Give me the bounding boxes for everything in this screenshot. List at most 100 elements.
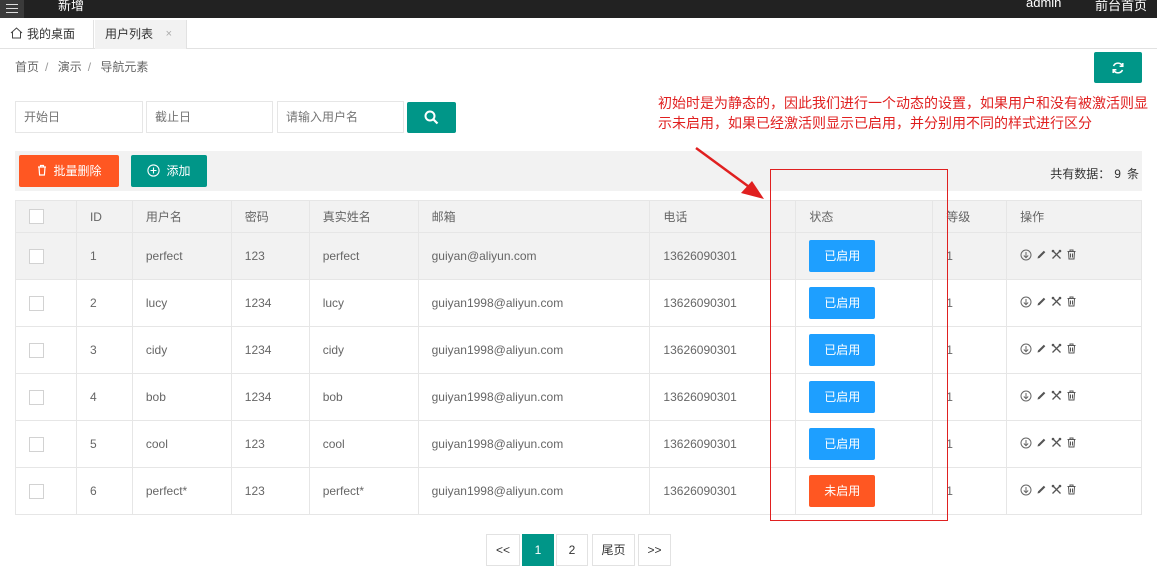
pagination-page-1[interactable]: 1 xyxy=(522,534,554,566)
actions-cell xyxy=(1006,373,1142,421)
id-cell: 4 xyxy=(75,373,133,421)
download-icon[interactable] xyxy=(1020,343,1032,358)
search-button[interactable] xyxy=(407,102,456,133)
batch-delete-button[interactable]: 批量删除 xyxy=(19,155,119,187)
breadcrumb-current: 导航元素 xyxy=(100,60,149,74)
annotation-text: 初始时是为静态的，因此我们进行一个动态的设置，如果用户和没有被激活则显示未启用，… xyxy=(658,95,1148,131)
actions-cell xyxy=(1006,420,1142,468)
password-cell: 1234 xyxy=(230,373,310,421)
refresh-button[interactable] xyxy=(1094,52,1142,83)
password-cell: 123 xyxy=(230,467,310,515)
pagination-last[interactable]: 尾页 xyxy=(592,534,635,566)
table-row: 1 perfect 123 perfect guiyan@aliyun.com 13626… xyxy=(15,232,1142,280)
realname-cell: cidy xyxy=(308,326,419,374)
email-cell: guiyan@aliyun.com xyxy=(417,232,651,280)
download-icon[interactable] xyxy=(1020,249,1032,264)
pagination-prev[interactable]: << xyxy=(486,534,520,566)
add-button[interactable]: 添加 xyxy=(131,155,207,187)
status-highlight-box xyxy=(770,169,948,521)
tab-my-desktop[interactable]: 我的桌面 xyxy=(0,20,94,49)
id-cell: 3 xyxy=(75,326,133,374)
edit-icon[interactable] xyxy=(1036,390,1047,404)
total-count: 共有数据： 9 条 xyxy=(1050,165,1139,182)
tools-icon[interactable] xyxy=(1051,343,1062,357)
edit-icon[interactable] xyxy=(1036,296,1047,310)
username-cell: lucy xyxy=(131,279,232,327)
batch-delete-label: 批量删除 xyxy=(53,164,102,178)
end-date-input[interactable] xyxy=(146,101,273,133)
row-checkbox[interactable] xyxy=(29,248,44,264)
realname-cell: cool xyxy=(308,420,419,468)
realname-cell: perfect* xyxy=(308,467,419,515)
username-cell: perfect xyxy=(131,232,232,280)
top-bar: 新增 admin 前台首页 xyxy=(0,0,1157,18)
row-checkbox[interactable] xyxy=(29,436,44,452)
edit-icon[interactable] xyxy=(1036,437,1047,451)
row-select-cell xyxy=(15,467,77,515)
download-icon[interactable] xyxy=(1020,484,1032,499)
id-cell: 2 xyxy=(75,279,133,327)
delete-icon[interactable] xyxy=(1066,390,1077,404)
menu-icon[interactable] xyxy=(0,0,24,18)
email-cell: guiyan1998@aliyun.com xyxy=(417,420,651,468)
download-icon[interactable] xyxy=(1020,390,1032,405)
edit-icon[interactable] xyxy=(1036,484,1047,498)
breadcrumb-demo[interactable]: 演示 xyxy=(58,60,82,74)
front-page-link[interactable]: 前台首页 xyxy=(1095,0,1147,14)
table-header-row: ID 用户名 密码 真实姓名 邮箱 电话 状态 等级 操作 xyxy=(15,200,1142,233)
row-select-cell xyxy=(15,420,77,468)
email-cell: guiyan1998@aliyun.com xyxy=(417,326,651,374)
tools-icon[interactable] xyxy=(1051,437,1062,451)
refresh-icon xyxy=(1112,61,1124,74)
id-cell: 1 xyxy=(75,232,133,280)
download-icon[interactable] xyxy=(1020,296,1032,311)
tools-icon[interactable] xyxy=(1051,390,1062,404)
pagination-next[interactable]: >> xyxy=(638,534,671,566)
breadcrumb-home[interactable]: 首页 xyxy=(15,60,39,74)
row-checkbox[interactable] xyxy=(29,483,44,499)
edit-icon[interactable] xyxy=(1036,249,1047,263)
table-row: 2 lucy 1234 lucy guiyan1998@aliyun.com 136260… xyxy=(15,279,1142,327)
actions-cell xyxy=(1006,279,1142,327)
password-cell: 123 xyxy=(230,232,310,280)
column-header: 邮箱 xyxy=(417,200,651,233)
id-cell: 5 xyxy=(75,420,133,468)
row-select-cell xyxy=(15,326,77,374)
select-all-checkbox[interactable] xyxy=(29,209,44,225)
tools-icon[interactable] xyxy=(1051,249,1062,263)
close-icon[interactable]: × xyxy=(166,20,172,48)
delete-icon[interactable] xyxy=(1066,296,1077,310)
password-cell: 123 xyxy=(230,420,310,468)
delete-icon[interactable] xyxy=(1066,484,1077,498)
id-cell: 6 xyxy=(75,467,133,515)
delete-icon[interactable] xyxy=(1066,343,1077,357)
tab-active-label: 用户列表 xyxy=(105,27,154,41)
username-search-input[interactable] xyxy=(277,101,404,133)
delete-icon[interactable] xyxy=(1066,437,1077,451)
tab-user-list[interactable]: 用户列表 × xyxy=(95,20,187,49)
total-label: 共有数据： xyxy=(1050,167,1111,181)
username-cell: bob xyxy=(131,373,232,421)
admin-user-menu[interactable]: admin xyxy=(1026,0,1061,10)
total-value: 9 xyxy=(1114,167,1121,181)
add-new-link[interactable]: 新增 xyxy=(58,0,84,14)
search-icon xyxy=(424,110,439,125)
tab-home-label: 我的桌面 xyxy=(27,27,76,41)
start-date-input[interactable] xyxy=(15,101,143,133)
row-checkbox[interactable] xyxy=(29,342,44,358)
tools-icon[interactable] xyxy=(1051,296,1062,310)
delete-icon[interactable] xyxy=(1066,249,1077,263)
username-cell: cidy xyxy=(131,326,232,374)
breadcrumb-separator: / xyxy=(45,60,49,74)
row-checkbox[interactable] xyxy=(29,295,44,311)
breadcrumb-separator: / xyxy=(87,60,92,74)
row-checkbox[interactable] xyxy=(29,389,44,405)
edit-icon[interactable] xyxy=(1036,343,1047,357)
pagination-page-2[interactable]: 2 xyxy=(556,534,588,566)
download-icon[interactable] xyxy=(1020,437,1032,452)
user-table: ID 用户名 密码 真实姓名 邮箱 电话 状态 等级 操作 1 perfect 12… xyxy=(15,200,1142,515)
column-header: 真实姓名 xyxy=(308,200,419,233)
email-cell: guiyan1998@aliyun.com xyxy=(417,373,651,421)
row-select-cell xyxy=(15,232,77,280)
tools-icon[interactable] xyxy=(1051,484,1062,498)
